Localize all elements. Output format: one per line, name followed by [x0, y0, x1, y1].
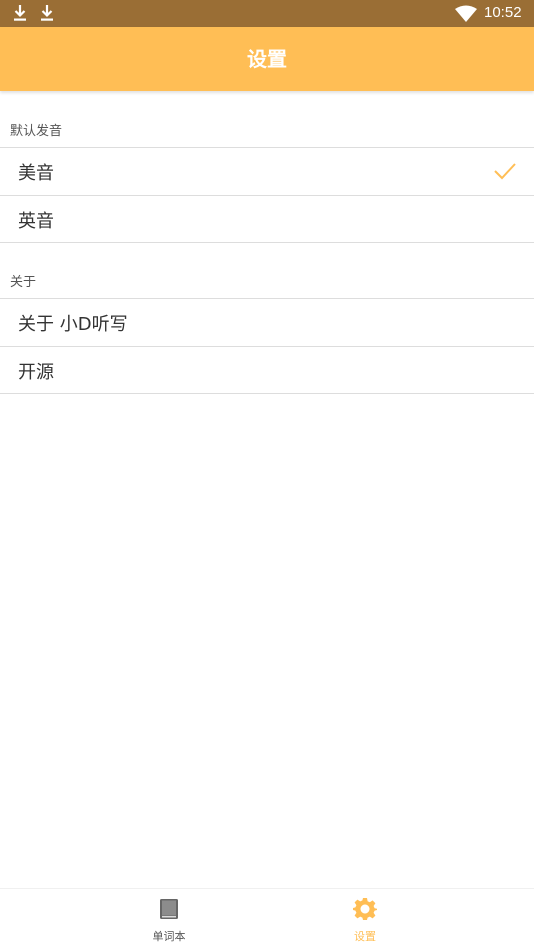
bottom-nav: 单词本 设置 — [0, 888, 534, 949]
nav-label: 设置 — [354, 930, 376, 943]
gear-icon — [353, 898, 377, 920]
about-app-item[interactable]: 关于 小D听写 — [0, 298, 534, 345]
status-bar: 10:52 — [0, 0, 534, 27]
page-title: 设置 — [247, 47, 287, 71]
settings-screen: 10:52 设置 默认发音 美音 英音 关于 关于 小D听写 开源 单词本 设置 — [0, 0, 534, 949]
download-icon — [41, 5, 53, 21]
item-label: 关于 小D听写 — [18, 314, 128, 335]
pronunciation-option-american[interactable]: 美音 — [0, 147, 534, 194]
option-label: 美音 — [18, 163, 54, 184]
book-icon — [160, 899, 178, 919]
status-time: 10:52 — [484, 4, 522, 21]
app-bar: 设置 — [0, 27, 534, 91]
check-icon — [494, 163, 516, 180]
download-icon — [14, 5, 26, 21]
nav-wordbook[interactable]: 单词本 — [99, 889, 239, 949]
option-label: 英音 — [18, 211, 54, 232]
nav-label: 单词本 — [152, 930, 186, 943]
wifi-icon — [455, 5, 477, 22]
item-label: 开源 — [18, 362, 54, 383]
section-header-about: 关于 — [10, 275, 37, 290]
nav-settings[interactable]: 设置 — [295, 889, 435, 949]
open-source-item[interactable]: 开源 — [0, 346, 534, 394]
section-header-pronunciation: 默认发音 — [10, 124, 63, 139]
pronunciation-option-british[interactable]: 英音 — [0, 195, 534, 243]
